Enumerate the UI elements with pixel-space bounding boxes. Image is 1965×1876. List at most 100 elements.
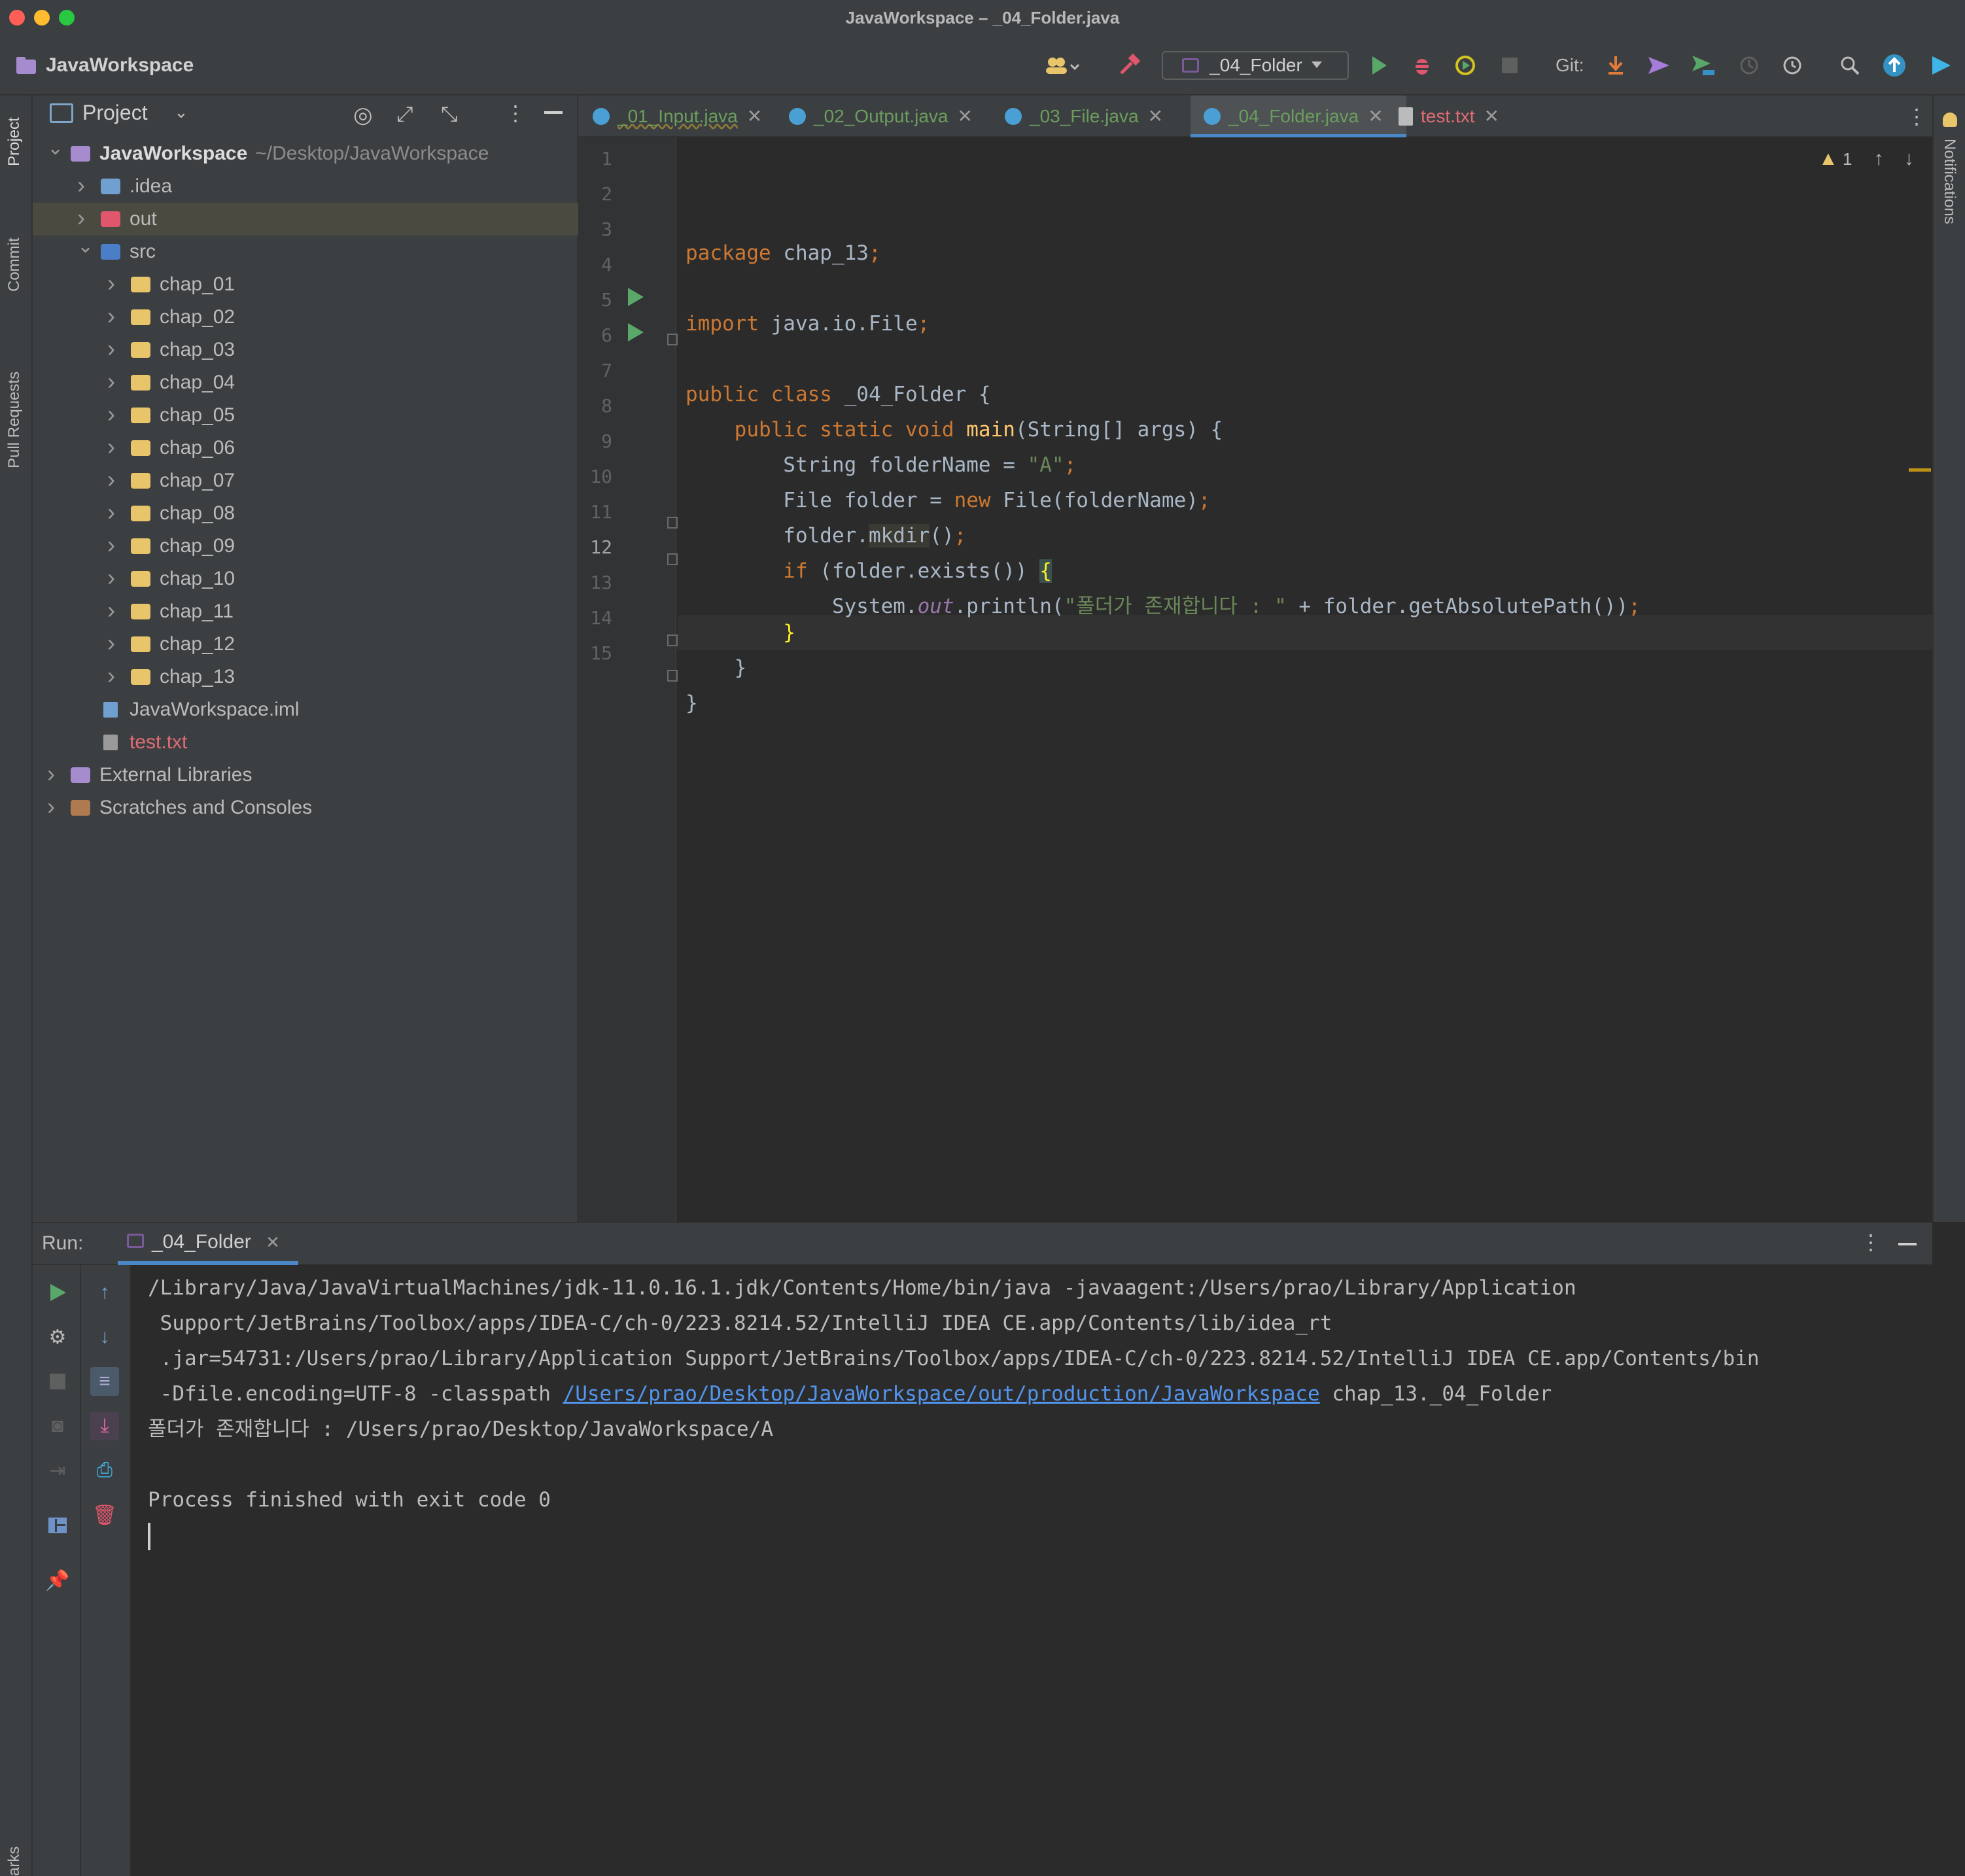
code-line-14[interactable]: } — [686, 686, 698, 721]
minimize-window-button[interactable] — [34, 10, 50, 26]
tab-options-icon[interactable]: ⋮ — [1906, 96, 1927, 137]
tree-item[interactable]: › out — [33, 203, 578, 235]
collapse-all-icon[interactable]: ⤡ — [441, 102, 458, 127]
git-update-button[interactable] — [1601, 51, 1630, 80]
tab-02-output-java[interactable]: _02_Output.java ✕ — [789, 96, 973, 137]
tree-item[interactable]: › chap_11 — [33, 595, 578, 628]
coverage-button[interactable] — [1451, 51, 1480, 80]
tab-test-txt[interactable]: test.txt ✕ — [1399, 96, 1499, 137]
project-name-button[interactable]: JavaWorkspace — [46, 51, 194, 80]
tree-item[interactable]: › chap_02 — [33, 301, 578, 334]
layout-icon[interactable] — [43, 1511, 72, 1540]
hide-panel-icon[interactable] — [544, 111, 563, 114]
fold-marker-icon[interactable] — [667, 334, 678, 345]
tab-01-input-java[interactable]: _01_Input.java ✕ — [593, 96, 762, 137]
previous-highlight-icon[interactable]: ↑ — [1874, 148, 1884, 169]
code-line-7[interactable]: String folderName = "A"; — [686, 447, 1076, 483]
tree-item[interactable]: › chap_09 — [33, 530, 578, 563]
chevron-right-icon[interactable]: › — [107, 267, 115, 300]
tree-item[interactable]: › chap_05 — [33, 399, 578, 432]
tree-item[interactable]: › chap_06 — [33, 432, 578, 464]
tree-item[interactable]: › .idea — [33, 170, 578, 203]
tree-item[interactable]: › chap_08 — [33, 497, 578, 530]
run-configuration-dropdown[interactable]: _04_Folder — [1162, 51, 1349, 80]
tree-item[interactable]: › External Libraries — [33, 759, 578, 791]
bookmarks-tool-window-button[interactable]: arks — [5, 1847, 24, 1876]
tree-item[interactable]: › chap_01 — [33, 268, 578, 301]
chevron-right-icon[interactable]: › — [47, 790, 55, 823]
chevron-right-icon[interactable]: › — [107, 430, 115, 463]
project-view-selector[interactable]: Project — [82, 101, 148, 125]
chevron-right-icon[interactable]: › — [107, 332, 115, 365]
tree-item[interactable]: › chap_13 — [33, 661, 578, 693]
run-class-gutter-icon[interactable] — [625, 287, 646, 311]
maximize-window-button[interactable] — [59, 10, 75, 26]
chevron-right-icon[interactable]: › — [107, 561, 115, 594]
vcs-users-dropdown[interactable] — [1041, 51, 1085, 80]
search-button[interactable] — [1835, 51, 1864, 80]
exit-icon[interactable]: ⇥ — [43, 1456, 72, 1485]
stop-button[interactable] — [43, 1367, 72, 1396]
chevron-down-icon[interactable]: ⌄ — [47, 132, 63, 165]
tree-item[interactable]: ⌄ src — [33, 235, 578, 268]
tree-item[interactable]: JavaWorkspace.iml — [33, 693, 578, 726]
chevron-right-icon[interactable]: › — [107, 659, 115, 692]
run-tab[interactable]: _04_Folder ✕ — [118, 1223, 298, 1265]
code-line-3[interactable]: import java.io.File; — [686, 306, 930, 341]
code-line-1[interactable]: package chap_13; — [686, 235, 881, 271]
tree-item[interactable]: › chap_10 — [33, 563, 578, 595]
chevron-right-icon[interactable]: › — [107, 463, 115, 496]
code-line-10[interactable]: if (folder.exists()) { — [686, 553, 1052, 589]
trash-icon[interactable]: 🗑 — [90, 1501, 119, 1529]
tree-item[interactable]: ⌄ JavaWorkspace ~/Desktop/JavaWorkspace — [33, 137, 578, 170]
arrow-down-icon[interactable]: ↓ — [90, 1323, 119, 1351]
settings-gear-icon[interactable]: ⚙ — [43, 1323, 72, 1351]
hide-panel-icon[interactable] — [1898, 1243, 1917, 1245]
locate-file-icon[interactable]: ◎ — [353, 102, 373, 128]
code-line-11[interactable]: System.out.println("폴더가 존재합니다 : " + fold… — [686, 589, 1641, 624]
build-hammer-icon[interactable] — [1115, 51, 1143, 80]
code-line-13[interactable]: } — [686, 650, 747, 686]
pull-requests-tool-window-button[interactable]: Pull Requests — [5, 372, 24, 468]
chevron-down-icon[interactable]: ⌄ — [174, 102, 188, 122]
code-line-12[interactable]: } — [686, 615, 795, 650]
close-window-button[interactable] — [9, 10, 25, 26]
arrow-up-icon[interactable]: ↑ — [90, 1278, 119, 1307]
inspection-widget[interactable]: ▲ 1 ↑ ↓ — [1818, 148, 1914, 170]
code-line-8[interactable]: File folder = new File(folderName); — [686, 483, 1210, 518]
close-tab-icon[interactable]: ✕ — [266, 1232, 280, 1252]
close-tab-icon[interactable]: ✕ — [1484, 106, 1499, 126]
tab-03-file-java[interactable]: _03_File.java ✕ — [1005, 96, 1163, 137]
close-tab-icon[interactable]: ✕ — [958, 106, 973, 126]
soft-wrap-icon[interactable]: ≡ — [90, 1367, 119, 1396]
expand-all-icon[interactable]: ⤢ — [396, 102, 413, 127]
scroll-to-end-icon[interactable]: ⤓ — [90, 1412, 119, 1440]
camera-icon[interactable]: ◙ — [43, 1412, 72, 1440]
run-button[interactable] — [1365, 51, 1393, 80]
more-options-icon[interactable]: ⋮ — [505, 101, 526, 126]
code-with-me-button[interactable] — [1927, 51, 1956, 80]
chevron-right-icon[interactable]: › — [107, 529, 115, 561]
chevron-right-icon[interactable]: › — [107, 496, 115, 529]
classpath-link[interactable]: /Users/prao/Desktop/JavaWorkspace/out/pr… — [563, 1382, 1320, 1406]
chevron-right-icon[interactable]: › — [107, 365, 115, 398]
tree-item[interactable]: › chap_03 — [33, 334, 578, 366]
close-tab-icon[interactable]: ✕ — [747, 106, 762, 126]
close-tab-icon[interactable]: ✕ — [1368, 106, 1383, 126]
tab-04-folder-java[interactable]: _04_Folder.java ✕ — [1191, 96, 1406, 137]
chevron-right-icon[interactable]: › — [107, 398, 115, 430]
commit-tool-window-button[interactable]: Commit — [5, 237, 24, 292]
ide-update-button[interactable] — [1880, 51, 1909, 80]
stop-button[interactable] — [1495, 51, 1524, 80]
warning-stripe-marker[interactable] — [1909, 468, 1931, 472]
code-line-5[interactable]: public class _04_Folder { — [686, 377, 991, 412]
git-commit-button[interactable] — [1644, 51, 1673, 80]
next-highlight-icon[interactable]: ↓ — [1904, 148, 1914, 169]
tree-item[interactable]: › Scratches and Consoles — [33, 791, 578, 824]
code-line-9[interactable]: folder.mkdir(); — [686, 518, 966, 553]
notifications-tool-window-button[interactable]: Notifications — [1940, 139, 1958, 224]
git-push-button[interactable] — [1689, 51, 1718, 80]
tree-item[interactable]: › chap_07 — [33, 464, 578, 497]
fold-marker-icon[interactable] — [667, 553, 678, 565]
run-main-gutter-icon[interactable] — [625, 322, 646, 346]
